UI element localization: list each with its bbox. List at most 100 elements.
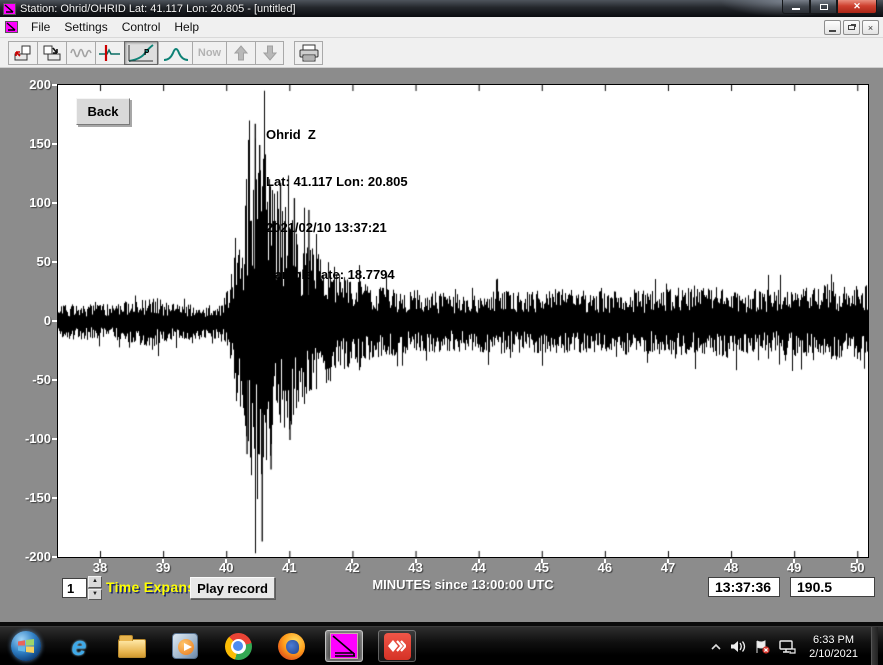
seismogram-plot: Back Ohrid Z Lat: 41.117 Lon: 20.805 202… [57, 84, 869, 558]
taskbar: e [0, 626, 883, 665]
annotation-filtering: No filtering [266, 313, 408, 329]
taskbar-media-player[interactable] [166, 630, 204, 662]
title-bar: Station: Ohrid/OHRID Lat: 41.117 Lon: 20… [0, 0, 883, 17]
x-tick-mark [225, 559, 227, 563]
spinner-down-button[interactable]: ▼ [88, 589, 102, 601]
y-tick-label: 0 [0, 313, 51, 328]
y-tick-mark [52, 556, 57, 558]
extract-file-icon [13, 44, 33, 62]
child-window-seismograph-icon[interactable] [5, 21, 18, 33]
scroll-down-button [255, 41, 284, 65]
menu-file[interactable]: File [24, 18, 57, 36]
taskbar-internet-explorer[interactable]: e [60, 630, 98, 662]
annotation-datetime: 2021/02/10 13:37:21 [266, 220, 408, 236]
y-tick-mark [52, 320, 57, 322]
trace-annotation: Ohrid Z Lat: 41.117 Lon: 20.805 2021/02/… [266, 96, 408, 360]
x-tick-mark [604, 559, 606, 563]
x-tick-mark [667, 559, 669, 563]
y-tick-label: 50 [0, 254, 51, 269]
travel-time-curve-icon: P [127, 43, 155, 63]
pick-arrival-icon [98, 44, 122, 62]
window-controls: ✕ [782, 0, 877, 14]
x-tick-mark [793, 559, 795, 563]
mdi-minimize-button[interactable] [824, 20, 841, 35]
x-tick-mark [730, 559, 732, 563]
helicorder-wave-icon [70, 45, 92, 61]
clock-date: 2/10/2021 [809, 647, 858, 661]
y-tick-label: -100 [0, 431, 51, 446]
back-button[interactable]: Back [76, 98, 130, 125]
y-tick-mark [52, 143, 57, 145]
amaseis-seismograph-icon [330, 633, 358, 659]
x-axis-title: MINUTES since 13:00:00 UTC [310, 577, 616, 592]
y-tick-label: 200 [0, 77, 51, 92]
system-tray: 6:33 PM 2/10/2021 [711, 627, 878, 665]
spinner-up-button[interactable]: ▲ [88, 576, 102, 588]
internet-explorer-icon: e [71, 633, 86, 659]
mdi-close-button[interactable]: × [862, 20, 879, 35]
x-tick-mark [288, 559, 290, 563]
taskbar-file-explorer[interactable] [113, 630, 151, 662]
y-tick-mark [52, 438, 57, 440]
filter-button[interactable] [158, 41, 192, 65]
action-center-flag-icon[interactable] [755, 640, 770, 654]
taskbar-clock[interactable]: 6:33 PM 2/10/2021 [805, 633, 862, 661]
show-desktop-button[interactable] [871, 627, 878, 665]
firefox-icon [278, 633, 305, 660]
y-tick-mark [52, 497, 57, 499]
minimize-button[interactable] [782, 0, 810, 14]
clock-time: 6:33 PM [809, 633, 858, 647]
save-file-button[interactable] [37, 41, 66, 65]
cursor-amplitude-field[interactable] [790, 577, 875, 597]
media-player-icon [172, 633, 198, 659]
taskbar-remote-app[interactable] [378, 630, 416, 662]
cursor-time-field[interactable] [708, 577, 780, 597]
hidden-icons-arrow[interactable] [711, 643, 721, 651]
chart-panel: Back Ohrid Z Lat: 41.117 Lon: 20.805 202… [0, 68, 883, 622]
extract-file-button[interactable] [8, 41, 37, 65]
menu-help[interactable]: Help [167, 18, 206, 36]
menu-bar: File Settings Control Help × [0, 17, 883, 38]
taskbar-items: e [0, 630, 416, 662]
y-tick-label: -50 [0, 372, 51, 387]
start-button[interactable] [7, 630, 45, 662]
minimize-icon [792, 8, 800, 10]
svg-text:P: P [144, 48, 150, 57]
x-tick-mark [351, 559, 353, 563]
y-tick-mark [52, 261, 57, 263]
scroll-up-icon [234, 45, 248, 61]
menu-control[interactable]: Control [115, 18, 168, 36]
seismogram-canvas[interactable] [58, 85, 868, 557]
x-tick-mark [162, 559, 164, 563]
scroll-down-icon [263, 45, 277, 61]
mdi-restore-button[interactable] [843, 20, 860, 35]
taskbar-amaseis-active[interactable] [325, 630, 363, 662]
print-button[interactable] [294, 41, 323, 65]
time-expansion-input[interactable] [62, 578, 87, 598]
menu-settings[interactable]: Settings [57, 18, 114, 36]
windows-start-orb-icon [11, 631, 41, 661]
maximize-button[interactable] [810, 0, 837, 14]
pick-arrival-button[interactable] [95, 41, 124, 65]
helicorder-view-button [66, 41, 95, 65]
printer-icon [298, 44, 320, 62]
now-button: Now [192, 41, 226, 65]
desktop: Station: Ohrid/OHRID Lat: 41.117 Lon: 20… [0, 0, 883, 665]
window-title: Station: Ohrid/OHRID Lat: 41.117 Lon: 20… [20, 3, 296, 15]
x-tick-mark [99, 559, 101, 563]
save-file-icon [42, 44, 62, 62]
close-button[interactable]: ✕ [837, 0, 877, 14]
x-tick-mark [541, 559, 543, 563]
y-tick-label: 100 [0, 195, 51, 210]
speaker-icon[interactable] [730, 640, 746, 653]
taskbar-chrome[interactable] [219, 630, 257, 662]
time-expansion-spinner: ▲ ▼ [88, 576, 102, 600]
taskbar-firefox[interactable] [272, 630, 310, 662]
play-record-button[interactable]: Play record [190, 577, 275, 599]
toolbar-strip: P Now [8, 41, 284, 65]
annotation-sample-rate: Sample rate: 18.7794 [266, 267, 408, 283]
mdi-restore-icon [848, 25, 855, 30]
travel-time-curve-button[interactable]: P [124, 41, 158, 65]
network-icon[interactable] [779, 640, 796, 654]
annotation-location: Lat: 41.117 Lon: 20.805 [266, 174, 408, 190]
